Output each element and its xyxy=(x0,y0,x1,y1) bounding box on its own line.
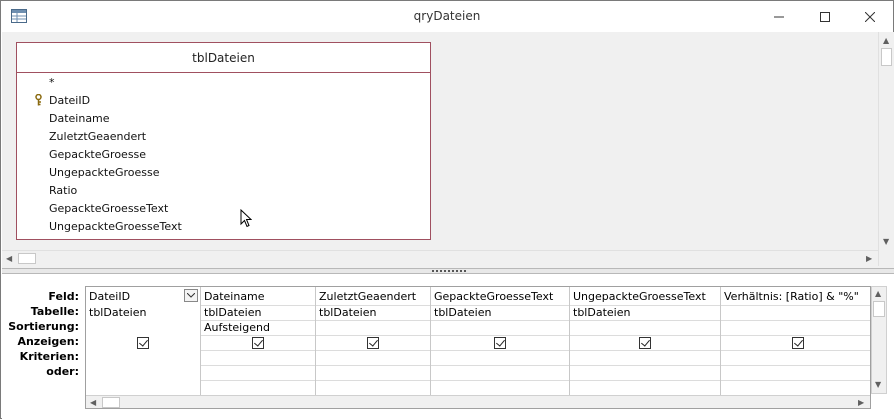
design-grid-pane: Feld: Tabelle: Sortierung: Anzeigen: Kri… xyxy=(2,274,894,419)
scroll-up-arrow-icon[interactable]: ▲ xyxy=(883,36,889,46)
feld-dropdown-button[interactable] xyxy=(184,289,198,302)
title-bar[interactable]: qryDateien xyxy=(1,1,893,32)
field-dateiid[interactable]: DateiID xyxy=(49,94,90,107)
grid-column-5[interactable]: UngepackteGroesseText tblDateien xyxy=(570,287,721,395)
field-ratio[interactable]: Ratio xyxy=(49,184,77,197)
scroll-up-arrow-icon[interactable]: ▲ xyxy=(875,289,881,299)
row-label-kriterien: Kriterien: xyxy=(19,350,79,363)
tabelle-cell[interactable]: tblDateien xyxy=(204,306,261,319)
grid-vertical-scrollbar[interactable]: ▲ ▼ xyxy=(871,286,887,394)
close-button[interactable] xyxy=(847,1,893,32)
primary-key-icon xyxy=(34,93,43,109)
anzeigen-checkbox[interactable] xyxy=(252,337,264,349)
field-ungepacktegroesse[interactable]: UngepackteGroesse xyxy=(49,166,160,179)
mouse-pointer-icon xyxy=(240,208,253,231)
tabelle-cell[interactable]: tblDateien xyxy=(573,306,630,319)
feld-cell[interactable]: Verhältnis: [Ratio] & "%" xyxy=(724,290,859,303)
scroll-down-arrow-icon[interactable]: ▼ xyxy=(883,237,889,247)
field-gepacktegroessetext[interactable]: GepackteGroesseText xyxy=(49,202,168,215)
grid-column-6[interactable]: Verhältnis: [Ratio] & "%" xyxy=(721,287,870,395)
tabelle-cell[interactable]: tblDateien xyxy=(434,306,491,319)
maximize-button[interactable] xyxy=(802,1,848,32)
anzeigen-checkbox[interactable] xyxy=(494,337,506,349)
chevron-down-icon xyxy=(187,293,195,298)
field-list-title[interactable]: tblDateien xyxy=(17,43,430,73)
grid-column-3[interactable]: ZuletztGeaendert tblDateien xyxy=(316,287,431,395)
table-pane-vertical-scrollbar[interactable]: ▲ ▼ xyxy=(878,32,894,266)
feld-cell[interactable]: DateiID xyxy=(89,290,130,303)
minimize-icon xyxy=(774,16,784,17)
row-label-feld: Feld: xyxy=(48,290,79,303)
scroll-left-arrow-icon[interactable]: ◀ xyxy=(6,254,12,264)
sortierung-cell[interactable]: Aufsteigend xyxy=(204,321,270,334)
query-window: qryDateien tblDateien * DateiID Dateinam… xyxy=(0,0,894,419)
query-design-grid[interactable]: DateiID tblDateien Dateiname tblDateien … xyxy=(85,286,871,409)
feld-cell[interactable]: GepackteGroesseText xyxy=(434,290,553,303)
feld-cell[interactable]: Dateiname xyxy=(204,290,265,303)
anzeigen-checkbox[interactable] xyxy=(367,337,379,349)
anzeigen-checkbox[interactable] xyxy=(792,337,804,349)
grid-horizontal-scrollbar[interactable]: ◀ ▶ xyxy=(86,395,870,408)
row-label-anzeigen: Anzeigen: xyxy=(17,335,79,348)
grid-column-4[interactable]: GepackteGroesseText tblDateien xyxy=(431,287,570,395)
tabelle-cell[interactable]: tblDateien xyxy=(319,306,376,319)
field-ungepacktegroessetext[interactable]: UngepackteGroesseText xyxy=(49,220,182,233)
table-pane-horizontal-scrollbar[interactable]: ◀ ▶ xyxy=(2,250,878,266)
scroll-thumb[interactable] xyxy=(102,397,120,408)
grid-column-2[interactable]: Dateiname tblDateien Aufsteigend xyxy=(201,287,316,395)
anzeigen-checkbox[interactable] xyxy=(639,337,651,349)
feld-cell[interactable]: ZuletztGeaendert xyxy=(319,290,416,303)
minimize-button[interactable] xyxy=(756,1,802,32)
row-label-tabelle: Tabelle: xyxy=(30,305,79,318)
splitter-grip[interactable] xyxy=(432,270,466,272)
field-gepacktegroesse[interactable]: GepackteGroesse xyxy=(49,148,146,161)
close-icon xyxy=(865,11,875,22)
maximize-icon xyxy=(820,11,830,22)
field-dateiname[interactable]: Dateiname xyxy=(49,112,110,125)
feld-cell[interactable]: UngepackteGroesseText xyxy=(573,290,706,303)
anzeigen-checkbox[interactable] xyxy=(137,337,149,349)
field-zuletztgeaendert[interactable]: ZuletztGeaendert xyxy=(49,130,146,143)
tabelle-cell[interactable]: tblDateien xyxy=(89,306,146,319)
field-list-tblDateien[interactable]: tblDateien * DateiID Dateiname ZuletztGe… xyxy=(16,42,431,240)
scroll-left-arrow-icon[interactable]: ◀ xyxy=(90,398,96,408)
scroll-right-arrow-icon[interactable]: ▶ xyxy=(858,398,864,408)
scroll-thumb[interactable] xyxy=(18,253,36,264)
scroll-down-arrow-icon[interactable]: ▼ xyxy=(875,380,881,390)
scroll-right-arrow-icon[interactable]: ▶ xyxy=(866,254,872,264)
scroll-thumb[interactable] xyxy=(881,48,892,66)
grid-column-1[interactable]: DateiID tblDateien xyxy=(86,287,201,395)
scroll-thumb[interactable] xyxy=(873,301,885,317)
field-all[interactable]: * xyxy=(49,76,55,89)
table-pane[interactable]: tblDateien * DateiID Dateiname ZuletztGe… xyxy=(2,32,894,268)
row-label-oder: oder: xyxy=(46,365,79,378)
row-label-sortierung: Sortierung: xyxy=(8,320,79,333)
